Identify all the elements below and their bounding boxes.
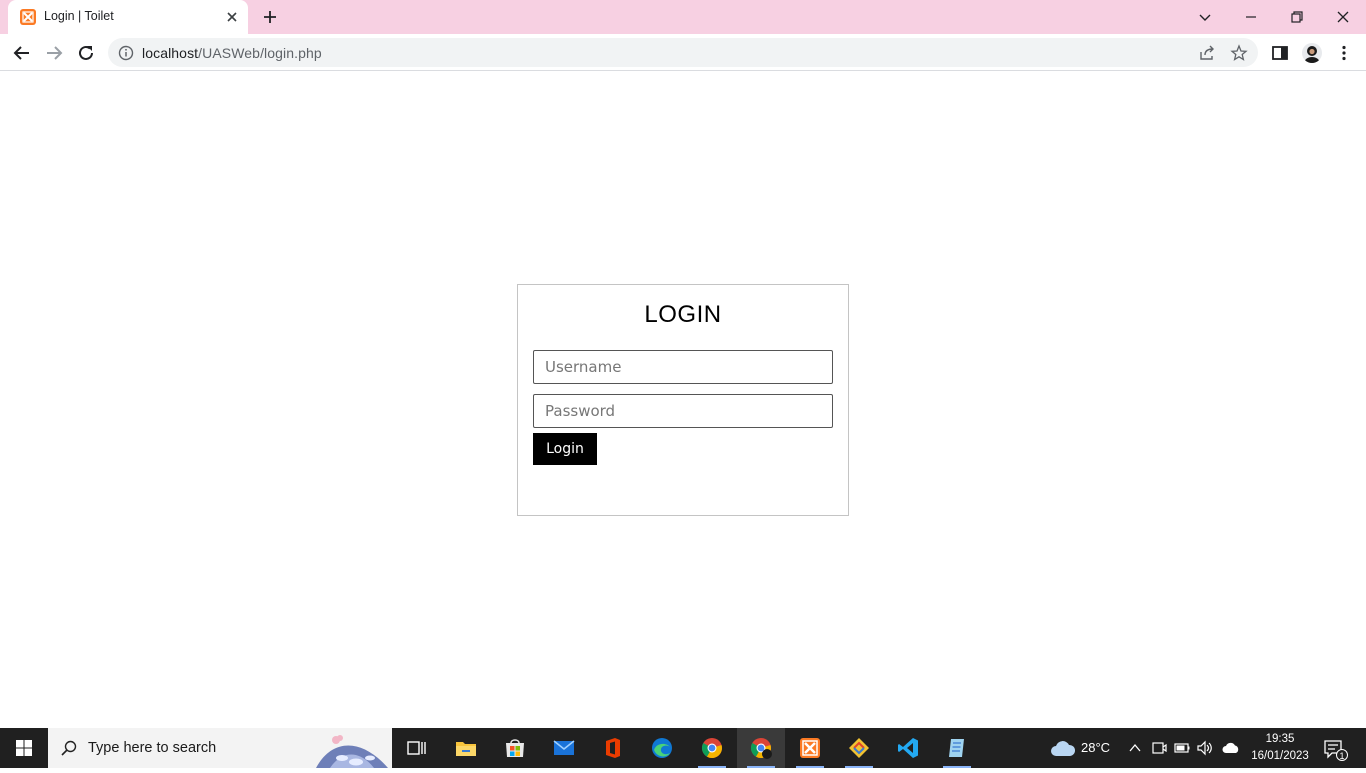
- close-window-icon[interactable]: [1331, 5, 1355, 29]
- clock-date: 16/01/2023: [1251, 750, 1309, 762]
- url-path: /UASWeb/login.php: [198, 45, 322, 61]
- meet-now-icon[interactable]: [1150, 739, 1168, 757]
- password-input[interactable]: [533, 394, 833, 428]
- mail-icon[interactable]: [540, 728, 588, 768]
- close-tab-icon[interactable]: [224, 9, 240, 25]
- back-arrow-icon[interactable]: [10, 41, 34, 65]
- login-button[interactable]: Login: [533, 433, 597, 465]
- microsoft-store-icon[interactable]: [491, 728, 539, 768]
- notepad-icon[interactable]: [933, 728, 981, 768]
- search-placeholder: Type here to search: [88, 740, 217, 756]
- taskbar-search-box[interactable]: Type here to search: [48, 728, 392, 768]
- office-icon[interactable]: [589, 728, 637, 768]
- side-panel-icon[interactable]: [1270, 43, 1290, 63]
- new-tab-icon[interactable]: [260, 7, 280, 27]
- chevron-up-icon[interactable]: [1126, 739, 1144, 757]
- search-icon: [60, 739, 78, 757]
- xampp-favicon-icon: [20, 9, 36, 25]
- minimize-icon[interactable]: [1239, 5, 1263, 29]
- reload-icon[interactable]: [74, 41, 98, 65]
- more-menu-icon[interactable]: [1334, 43, 1354, 63]
- login-form: LOGIN Login: [517, 284, 849, 516]
- page-content: LOGIN Login: [0, 71, 1366, 728]
- bookmark-star-icon[interactable]: [1230, 44, 1248, 62]
- task-view-icon[interactable]: [392, 728, 440, 768]
- username-input[interactable]: [533, 350, 833, 384]
- volume-icon[interactable]: [1196, 739, 1214, 757]
- tab-title: Login | Toilet: [44, 9, 114, 23]
- windows-taskbar: Type here to search 28°C 19:35 16/01/202…: [0, 728, 1366, 768]
- profile-avatar[interactable]: [1302, 43, 1322, 63]
- weather-temperature: 28°C: [1081, 740, 1111, 755]
- clock-time: 19:35: [1265, 733, 1295, 745]
- tab-search-chevron-icon[interactable]: [1193, 5, 1217, 29]
- windows-start-icon[interactable]: [0, 728, 48, 768]
- search-highlight-illustration: [312, 728, 392, 768]
- onedrive-icon[interactable]: [1222, 739, 1240, 757]
- browser-toolbar: localhost/UASWeb/login.php: [0, 34, 1366, 71]
- restore-icon[interactable]: [1285, 5, 1309, 29]
- login-title: LOGIN: [644, 301, 722, 328]
- tab-strip: Login | Toilet: [0, 0, 1366, 34]
- url-text: localhost/UASWeb/login.php: [142, 45, 322, 61]
- weather-widget[interactable]: 28°C: [1048, 728, 1120, 768]
- git-icon[interactable]: [835, 728, 883, 768]
- address-bar[interactable]: localhost/UASWeb/login.php: [108, 38, 1258, 67]
- vscode-icon[interactable]: [884, 728, 932, 768]
- site-info-icon[interactable]: [118, 45, 134, 61]
- share-icon[interactable]: [1198, 44, 1216, 62]
- battery-icon[interactable]: [1173, 739, 1191, 757]
- file-explorer-icon[interactable]: [442, 728, 490, 768]
- chrome-profile-icon[interactable]: [737, 728, 785, 768]
- forward-arrow-icon[interactable]: [42, 41, 66, 65]
- notification-badge: 1: [1336, 749, 1348, 761]
- browser-tab[interactable]: Login | Toilet: [8, 0, 248, 34]
- url-host: localhost: [142, 45, 199, 61]
- system-clock[interactable]: 19:35 16/01/2023: [1250, 731, 1310, 765]
- edge-icon[interactable]: [638, 728, 686, 768]
- xampp-icon[interactable]: [786, 728, 834, 768]
- chrome-icon[interactable]: [688, 728, 736, 768]
